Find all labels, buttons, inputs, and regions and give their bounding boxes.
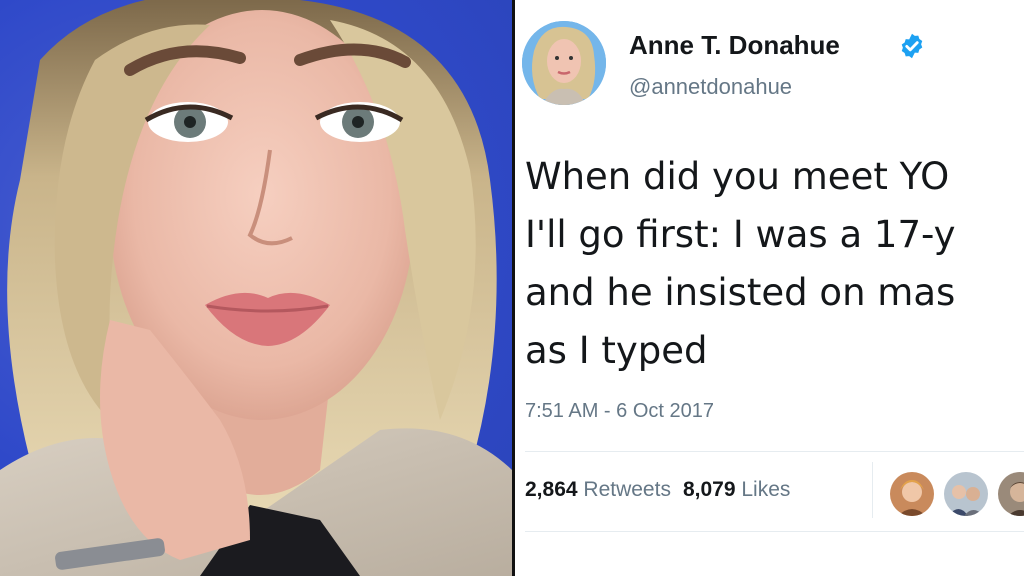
author-display-name[interactable]: Anne T. Donahue	[629, 30, 840, 61]
author-avatar[interactable]	[522, 21, 606, 105]
retweets-count: 2,864	[525, 478, 578, 501]
stats-separator	[872, 462, 873, 518]
tweet-text: When did you meet YO I'll go first: I wa…	[525, 148, 1024, 380]
tweet-text-line: I'll go first: I was a 17-y	[525, 213, 956, 256]
tweet-card: Anne T. Donahue @annetdonahue When did y…	[515, 0, 1024, 576]
author-handle[interactable]: @annetdonahue	[629, 74, 792, 100]
divider-line	[525, 531, 1024, 532]
tweet-text-line: When did you meet YO	[525, 155, 950, 198]
liker-avatar[interactable]	[997, 471, 1024, 517]
likes-label: Likes	[741, 478, 791, 501]
retweets-stat[interactable]: 2,864 Retweets	[525, 478, 671, 501]
tweet-text-line: as I typed	[525, 329, 708, 372]
retweets-label: Retweets	[583, 478, 671, 501]
divider-line	[525, 451, 1024, 452]
liker-avatar[interactable]	[943, 471, 989, 517]
likes-stat[interactable]: 8,079 Likes	[683, 478, 790, 501]
profile-photo	[0, 0, 512, 576]
liker-avatar[interactable]	[889, 471, 935, 517]
portrait-illustration	[0, 0, 512, 576]
tweet-timestamp[interactable]: 7:51 AM - 6 Oct 2017	[525, 400, 714, 423]
engagement-stats: 2,864 Retweets 8,079 Likes	[525, 478, 790, 502]
tweet-text-line: and he insisted on mas	[525, 271, 956, 314]
likes-count: 8,079	[682, 478, 736, 501]
verified-badge-icon	[901, 33, 923, 59]
